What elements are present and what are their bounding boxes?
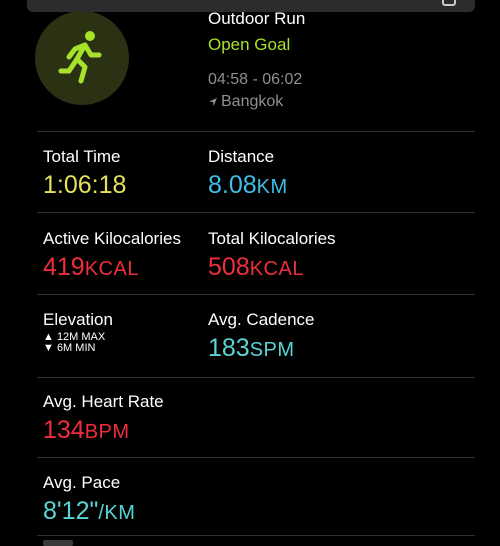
running-figure-icon bbox=[58, 31, 102, 84]
metric-label: Avg. Pace bbox=[43, 473, 121, 492]
metric-distance[interactable]: Distance 8.08KM bbox=[208, 147, 288, 201]
avg-cadence-value: 183 bbox=[208, 334, 250, 362]
divider bbox=[37, 131, 475, 132]
total-time-value: 1:06:18 bbox=[43, 171, 127, 199]
total-kcal-value: 508 bbox=[208, 253, 250, 281]
metric-label: Avg. Cadence bbox=[208, 310, 315, 329]
avg-cadence-unit: SPM bbox=[249, 339, 295, 361]
workout-goal: Open Goal bbox=[208, 35, 291, 54]
share-icon[interactable] bbox=[442, 0, 456, 6]
elevation-min: ▼ 6M MIN bbox=[43, 342, 96, 354]
workout-title: Outdoor Run bbox=[208, 9, 306, 28]
metric-label: Distance bbox=[208, 147, 275, 166]
active-kcal-value: 419 bbox=[43, 253, 85, 281]
metric-active-kilocalories[interactable]: Active Kilocalories 419KCAL bbox=[43, 229, 181, 283]
next-section-stub bbox=[43, 540, 73, 546]
metric-elevation[interactable]: Elevation ▲ 12M MAX ▼ 6M MIN bbox=[43, 310, 113, 354]
metric-avg-heart-rate[interactable]: Avg. Heart Rate 134BPM bbox=[43, 392, 164, 446]
metric-avg-pace[interactable]: Avg. Pace 8'12"/KM bbox=[43, 473, 135, 527]
metric-value: 419KCAL bbox=[43, 253, 181, 283]
metric-value: 1:06:18 bbox=[43, 171, 126, 199]
divider bbox=[37, 377, 475, 378]
metric-value: 508KCAL bbox=[208, 253, 336, 283]
distance-value: 8.08 bbox=[208, 171, 257, 199]
avg-pace-value: 8'12" bbox=[43, 497, 99, 525]
metric-label: Total Time bbox=[43, 147, 121, 166]
active-kcal-unit: KCAL bbox=[84, 258, 139, 280]
metric-label: Avg. Heart Rate bbox=[43, 392, 164, 411]
metric-value: 134BPM bbox=[43, 416, 164, 446]
metric-value: 8'12"/KM bbox=[43, 497, 135, 527]
location-arrow-icon bbox=[209, 98, 217, 106]
metric-label: Elevation bbox=[43, 310, 113, 329]
elevation-values: ▲ 12M MAX ▼ 6M MIN bbox=[43, 332, 113, 354]
metric-value: 8.08KM bbox=[208, 171, 288, 201]
distance-unit: KM bbox=[256, 176, 288, 198]
workout-type-badge bbox=[35, 11, 129, 105]
total-kcal-unit: KCAL bbox=[249, 258, 304, 280]
divider bbox=[37, 294, 475, 295]
metric-label: Total Kilocalories bbox=[208, 229, 336, 248]
divider bbox=[37, 212, 475, 213]
avg-heart-rate-value: 134 bbox=[43, 416, 85, 444]
divider bbox=[37, 457, 475, 458]
metric-avg-cadence[interactable]: Avg. Cadence 183SPM bbox=[208, 310, 314, 364]
metric-total-time[interactable]: Total Time 1:06:18 bbox=[43, 147, 126, 199]
avg-heart-rate-unit: BPM bbox=[84, 421, 130, 443]
workout-location: Bangkok bbox=[208, 93, 305, 111]
location-name: Bangkok bbox=[221, 93, 284, 110]
divider bbox=[37, 535, 475, 536]
metric-label: Active Kilocalories bbox=[43, 229, 181, 248]
workout-header: Outdoor Run Open Goal 04:58 - 06:02 Bang… bbox=[208, 10, 305, 111]
metric-total-kilocalories[interactable]: Total Kilocalories 508KCAL bbox=[208, 229, 336, 283]
workout-time-range: 04:58 - 06:02 bbox=[208, 71, 303, 88]
avg-pace-unit: /KM bbox=[98, 502, 136, 524]
metric-value: 183SPM bbox=[208, 334, 314, 364]
